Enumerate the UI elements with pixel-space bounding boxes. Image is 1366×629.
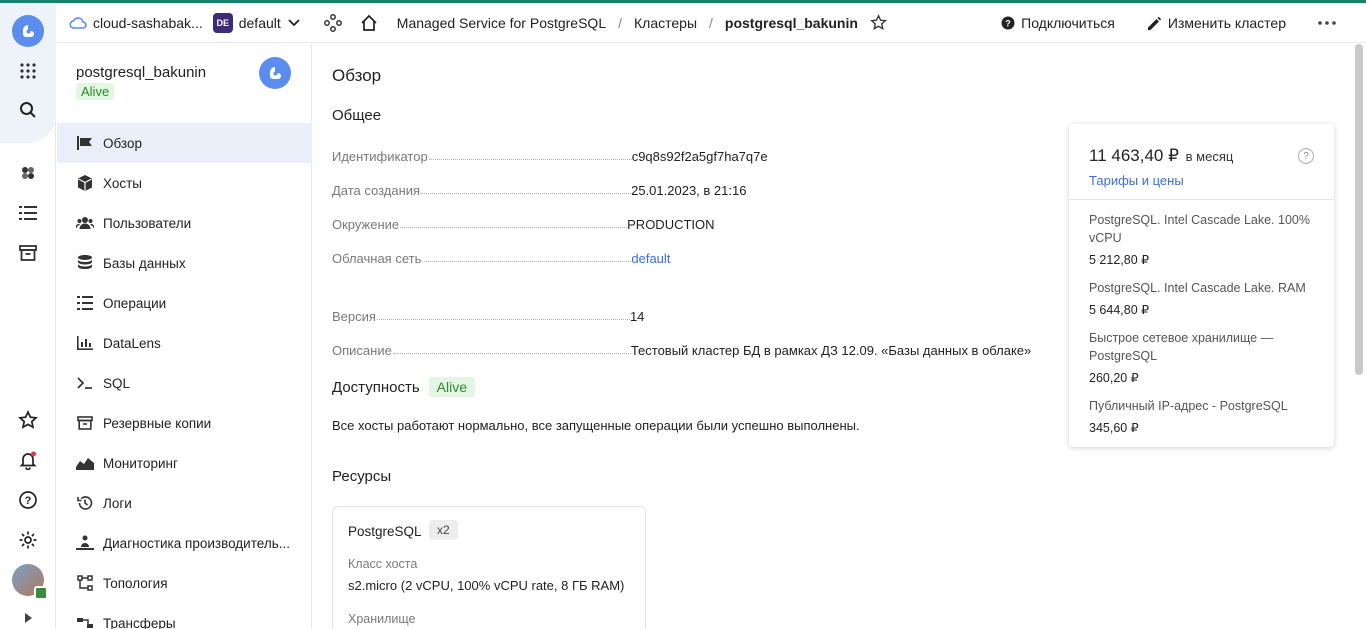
sidebar-item-topology[interactable]: Топология — [57, 563, 312, 603]
datalens-icon — [76, 334, 94, 352]
sidebar-item-users[interactable]: Пользователи — [57, 203, 312, 243]
resource-name: PostgreSQL — [348, 524, 422, 539]
apps-grid-icon[interactable] — [12, 55, 44, 87]
price-item-amount: 260,20 ₽ — [1089, 371, 1139, 385]
notifications-icon[interactable] — [12, 444, 44, 476]
sidebar-item-sql[interactable]: SQL — [57, 363, 312, 403]
folder-name: default — [238, 14, 281, 31]
host-class-value: s2.micro (2 vCPU, 100% vCPU rate, 8 ГБ R… — [348, 578, 625, 593]
operations-icon — [76, 294, 94, 312]
question-circle-icon: ? — [1001, 16, 1015, 30]
pencil-icon — [1147, 16, 1162, 30]
global-nav-rail: ? — [0, 3, 56, 629]
price-item-amount: 5 212,80 ₽ — [1089, 253, 1150, 267]
archive-icon[interactable] — [12, 237, 44, 269]
sidebar-item-monitoring[interactable]: Мониторинг — [57, 443, 312, 483]
sidebar-item-diagnostics[interactable]: Диагностика производитель... — [57, 523, 312, 563]
price-help-icon[interactable]: ? — [1298, 148, 1314, 164]
storage-label: Хранилище — [348, 612, 416, 626]
page-title: Обзор — [332, 66, 382, 85]
monitoring-icon — [76, 454, 94, 472]
search-icon[interactable] — [12, 94, 44, 126]
sidebar-nav: Обзор Хосты Пользователи Базы данных Опе… — [57, 123, 312, 629]
pricing-card: 11 463,40 ₽ в месяц ? Тарифы и цены Post… — [1069, 124, 1334, 447]
resource-card: PostgreSQL x2 Класс хоста s2.micro (2 vC… — [332, 506, 646, 629]
field-environment: Окружение PRODUCTION — [332, 217, 715, 232]
breadcrumb-service[interactable]: Managed Service for PostgreSQL — [397, 15, 606, 31]
field-id: Идентификатор c9q8s92f2a5gf7ha7q7e — [332, 149, 768, 164]
sql-icon — [76, 374, 94, 392]
scrollbar-thumb[interactable] — [1355, 44, 1363, 375]
home-icon[interactable] — [355, 9, 383, 37]
availability-header: Доступность Alive — [332, 377, 476, 397]
price-item-name: PostgreSQL. Intel Cascade Lake. 100% vCP… — [1089, 213, 1310, 245]
users-icon — [76, 214, 94, 232]
star-icon[interactable] — [12, 404, 44, 436]
folder-selector[interactable]: DE default — [212, 12, 301, 33]
field-network: Облачная сеть default — [332, 251, 671, 266]
sidebar-item-databases[interactable]: Базы данных — [57, 243, 312, 283]
breadcrumb-current: postgresql_bakunin — [724, 14, 858, 31]
resource-count-badge: x2 — [429, 520, 458, 540]
more-menu-icon[interactable] — [1318, 21, 1336, 25]
price-item-amount: 345,60 ₽ — [1089, 421, 1139, 435]
hosts-icon — [76, 174, 94, 192]
sidebar-item-datalens[interactable]: DataLens — [57, 323, 312, 363]
host-class-label: Класс хоста — [348, 557, 418, 571]
availability-status-badge: Alive — [428, 377, 476, 397]
diagnostics-icon — [76, 534, 94, 552]
topology-icon — [76, 574, 94, 592]
logs-icon — [76, 494, 94, 512]
user-avatar[interactable] — [12, 564, 48, 600]
settings-icon[interactable] — [12, 524, 44, 556]
services-icon[interactable] — [12, 157, 44, 189]
overview-icon — [76, 134, 94, 152]
sidebar-item-overview[interactable]: Обзор — [57, 123, 312, 163]
help-icon[interactable]: ? — [12, 484, 44, 516]
database-icon — [76, 254, 94, 272]
price-total: 11 463,40 ₽ в месяц — [1089, 146, 1234, 165]
transfers-icon — [76, 614, 94, 629]
edit-cluster-button[interactable]: Изменить кластер — [1147, 15, 1286, 31]
price-item-name: Публичный IP-адрес - PostgreSQL — [1089, 399, 1288, 413]
cloud-logo-icon[interactable] — [12, 15, 44, 47]
favorite-star-icon[interactable] — [870, 14, 887, 31]
service-network-icon[interactable] — [319, 9, 347, 37]
expand-rail-icon[interactable] — [12, 606, 44, 629]
sidebar-item-hosts[interactable]: Хосты — [57, 163, 312, 203]
field-version: Версия 14 — [332, 309, 645, 324]
cloud-selector[interactable]: cloud-sashabak... — [69, 15, 203, 31]
resources-section-title: Ресурсы — [332, 468, 392, 485]
status-badge: Alive — [76, 83, 115, 100]
folder-badge: DE — [212, 12, 233, 33]
backups-icon — [76, 414, 94, 432]
field-description: Описание Тестовый кластер БД в рамках ДЗ… — [332, 343, 1032, 358]
cloud-name: cloud-sashabak... — [93, 14, 203, 31]
postgresql-logo-icon — [259, 57, 291, 89]
field-created: Дата создания 25.01.2023, в 21:16 — [332, 183, 747, 198]
sidebar-item-transfers[interactable]: Трансферы — [57, 603, 312, 629]
breadcrumb-clusters[interactable]: Кластеры — [634, 15, 697, 31]
sidebar-item-operations[interactable]: Операции — [57, 283, 312, 323]
sidebar-item-backups[interactable]: Резервные копии — [57, 403, 312, 443]
price-item-name: PostgreSQL. Intel Cascade Lake. RAM — [1089, 281, 1306, 295]
list-icon[interactable] — [12, 197, 44, 229]
svg-text:?: ? — [25, 495, 32, 507]
price-item-amount: 5 644,80 ₽ — [1089, 303, 1150, 317]
breadcrumb: Managed Service for PostgreSQL / Кластер… — [397, 14, 887, 31]
top-header: cloud-sashabak... DE default Managed Ser… — [57, 3, 1366, 43]
svg-text:?: ? — [1005, 19, 1011, 29]
network-link[interactable]: default — [631, 251, 670, 266]
price-item-name: Быстрое сетевое хранилище — PostgreSQL — [1089, 331, 1274, 363]
availability-title: Доступность — [332, 378, 420, 396]
sidebar-item-logs[interactable]: Логи — [57, 483, 312, 523]
cluster-name: postgresql_bakunin — [76, 64, 207, 81]
connect-button[interactable]: ? Подключиться — [1001, 15, 1115, 31]
chevron-down-icon — [288, 18, 300, 26]
pricing-link[interactable]: Тарифы и цены — [1089, 173, 1184, 188]
cloud-icon — [69, 16, 87, 29]
general-section-title: Общее — [332, 107, 382, 124]
cluster-sidebar: postgresql_bakunin Alive Обзор Хосты Пол… — [57, 44, 312, 629]
availability-text: Все хосты работают нормально, все запуще… — [332, 418, 860, 433]
